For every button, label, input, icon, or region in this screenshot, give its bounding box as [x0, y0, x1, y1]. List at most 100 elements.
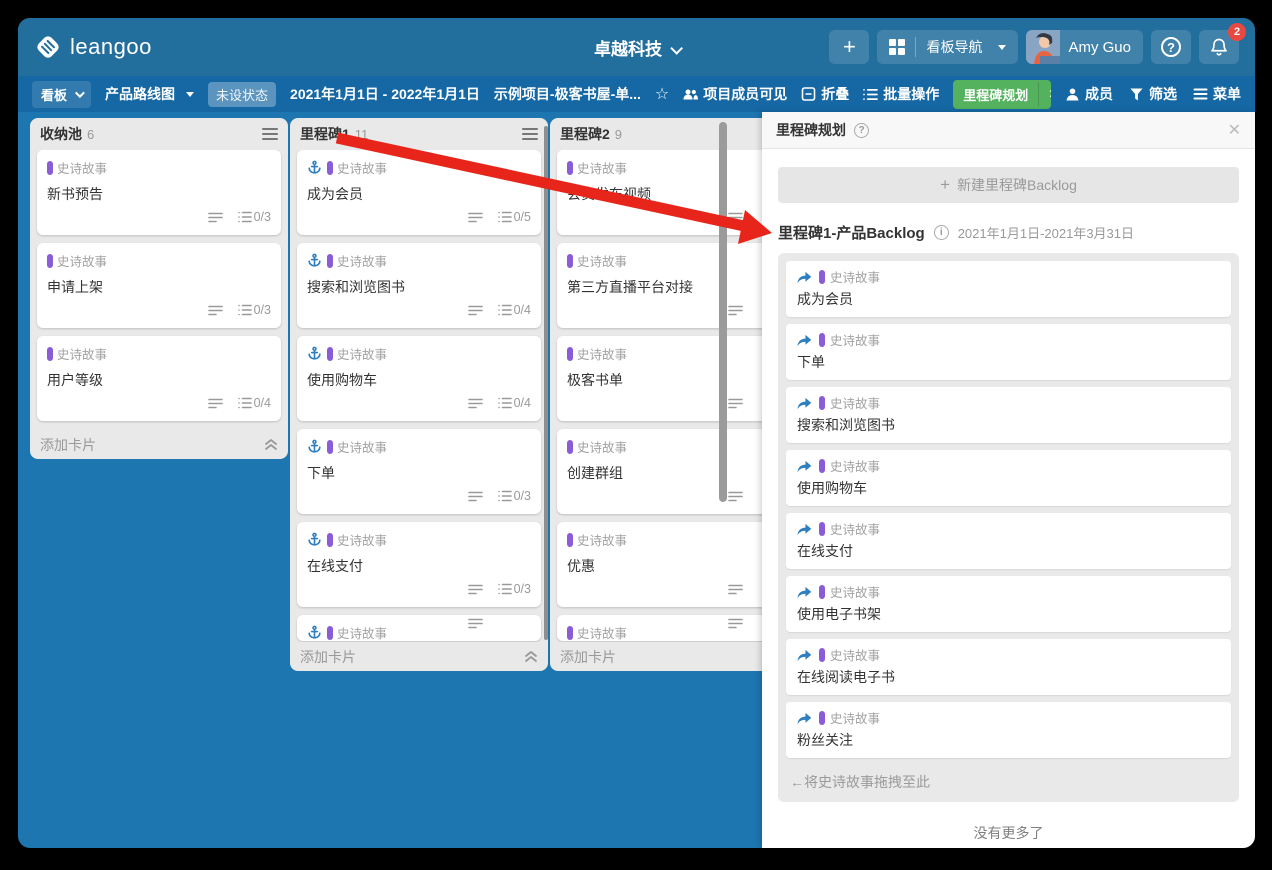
epic-tag-color	[567, 439, 573, 454]
epic-tag-color	[327, 253, 333, 268]
add-card-button[interactable]: 添加卡片	[30, 430, 288, 459]
description-icon	[728, 491, 743, 502]
view-selector[interactable]: 产品路线图	[105, 84, 195, 104]
backlog-item[interactable]: 史诗故事 搜索和浏览图书	[786, 387, 1231, 443]
card-tag-label: 史诗故事	[57, 348, 108, 362]
item-title: 在线阅读电子书	[797, 669, 895, 685]
column-menu-icon[interactable]	[522, 125, 538, 143]
board-card[interactable]: 史诗故事	[297, 615, 541, 641]
card-tag-label: 史诗故事	[577, 162, 628, 176]
column-title: 里程碑1	[300, 126, 350, 142]
bell-icon	[1211, 38, 1227, 56]
members-visible-toggle[interactable]: 项目成员可见	[683, 84, 787, 104]
help-button[interactable]: ?	[1151, 30, 1191, 64]
milestone-plan-badge[interactable]: 里程碑规划 ✕	[953, 79, 1051, 109]
share-arrow-icon	[796, 648, 812, 662]
members-button[interactable]: 成员	[1065, 84, 1113, 104]
new-backlog-label: 新建里程碑Backlog	[957, 177, 1077, 193]
board-switcher-button[interactable]: 看板	[32, 80, 92, 108]
backlog-item[interactable]: 史诗故事 在线阅读电子书	[786, 639, 1231, 695]
board-card[interactable]: 史诗故事 用户等级 0/4	[37, 336, 281, 421]
status-badge[interactable]: 未设状态	[208, 81, 277, 107]
checklist-count: 0/4	[253, 396, 271, 410]
card-title: 用户等级	[47, 372, 103, 388]
backlog-item[interactable]: 史诗故事 下单	[786, 324, 1231, 380]
plus-icon: +	[940, 175, 951, 194]
item-title: 下单	[797, 354, 825, 370]
share-arrow-icon	[796, 396, 812, 410]
star-icon[interactable]: ☆	[655, 84, 669, 104]
collapse-icon	[801, 87, 816, 101]
board-card[interactable]: 史诗故事 新书预告 0/3	[37, 150, 281, 235]
anchor-icon	[307, 346, 322, 361]
add-button[interactable]: +	[829, 30, 870, 64]
close-milestone-badge-icon[interactable]: ✕	[1038, 82, 1051, 106]
description-icon	[728, 584, 743, 595]
vertical-scrollbar[interactable]	[719, 122, 727, 502]
add-card-button[interactable]: 添加卡片	[290, 642, 548, 671]
leangoo-logo[interactable]: leangoo	[34, 33, 152, 61]
anchor-icon	[307, 160, 322, 175]
card-tag-label: 史诗故事	[337, 162, 388, 176]
boards-nav-button[interactable]: 看板导航	[877, 30, 1019, 64]
card-tag-label: 史诗故事	[337, 441, 388, 455]
backlog-item[interactable]: 史诗故事 使用购物车	[786, 450, 1231, 506]
board-card[interactable]: 史诗故事 成为会员 0/5	[297, 150, 541, 235]
filter-button[interactable]: 筛选	[1129, 84, 1177, 104]
backlog-title: 里程碑1-产品Backlog	[778, 225, 925, 242]
column-title: 里程碑2	[560, 126, 610, 142]
epic-tag-color	[327, 439, 333, 454]
person-icon	[1066, 87, 1079, 101]
item-tag-label: 史诗故事	[830, 397, 881, 411]
backlog-item[interactable]: 史诗故事 使用电子书架	[786, 576, 1231, 632]
collapse-toggle[interactable]: 折叠	[801, 84, 849, 104]
board-card[interactable]: 史诗故事 下单 0/3	[297, 429, 541, 514]
members-icon	[683, 89, 699, 99]
checklist-count: 0/3	[513, 489, 531, 503]
share-arrow-icon	[796, 585, 812, 599]
chevron-down-icon	[74, 87, 85, 98]
backlog-item[interactable]: 史诗故事 粉丝关注	[786, 702, 1231, 758]
collapse-column-icon[interactable]	[264, 438, 278, 451]
item-title: 在线支付	[797, 543, 853, 559]
card-title: 在线支付	[307, 558, 363, 574]
checklist-icon: 0/3	[237, 303, 271, 317]
help-icon[interactable]: ?	[854, 122, 869, 138]
caret-down-icon	[186, 91, 195, 97]
board-card[interactable]: 史诗故事 使用购物车 0/4	[297, 336, 541, 421]
card-tag-label: 史诗故事	[337, 255, 388, 269]
new-backlog-button[interactable]: + 新建里程碑Backlog	[778, 167, 1239, 203]
card-title: 申请上架	[47, 279, 103, 295]
card-title: 创建群组	[567, 465, 623, 481]
backlog-item[interactable]: 史诗故事 成为会员	[786, 261, 1231, 317]
checklist-icon: 0/4	[497, 303, 531, 317]
card-tag-label: 史诗故事	[57, 255, 108, 269]
checklist-count: 0/5	[513, 210, 531, 224]
panel-title: 里程碑规划	[776, 122, 846, 138]
backlog-list: 史诗故事 成为会员 史诗故事 下单 史诗故事 搜索和浏览图书 史诗故事 使用购物…	[778, 253, 1239, 802]
notifications-button[interactable]: 2	[1199, 23, 1246, 64]
add-card-label: 添加卡片	[300, 648, 356, 665]
chevron-down-icon	[670, 41, 683, 55]
user-menu[interactable]: Amy Guo	[1026, 30, 1143, 64]
board-card[interactable]: 史诗故事 申请上架 0/3	[37, 243, 281, 328]
board-card[interactable]: 史诗故事 在线支付 0/3	[297, 522, 541, 607]
epic-tag-color	[47, 346, 53, 361]
info-icon[interactable]: i	[933, 225, 949, 240]
batch-ops-button[interactable]: 批量操作	[863, 84, 939, 104]
project-name[interactable]: 示例项目-极客书屋-单...	[494, 84, 641, 104]
column-scrollbar[interactable]	[544, 126, 548, 640]
caret-down-icon	[998, 44, 1007, 50]
close-panel-icon[interactable]: ✕	[1228, 120, 1241, 140]
board-card[interactable]: 史诗故事 搜索和浏览图书 0/4	[297, 243, 541, 328]
collapse-column-icon[interactable]	[524, 650, 538, 663]
board-area: 收纳池 6 史诗故事 新书预告 0/3 史诗故事 申请上架 0/3 史诗故事 用…	[18, 112, 1255, 848]
epic-tag-color	[819, 269, 825, 284]
column-menu-icon[interactable]	[262, 125, 278, 143]
board-toolbar: 看板 产品路线图 未设状态 2021年1月1日 - 2022年1月1日 示例项目…	[18, 76, 1255, 112]
checklist-count: 0/3	[253, 303, 271, 317]
menu-button[interactable]: 菜单	[1193, 84, 1241, 104]
column-title: 收纳池	[40, 126, 82, 142]
backlog-item[interactable]: 史诗故事 在线支付	[786, 513, 1231, 569]
date-range: 2021年1月1日 - 2022年1月1日	[290, 86, 480, 102]
